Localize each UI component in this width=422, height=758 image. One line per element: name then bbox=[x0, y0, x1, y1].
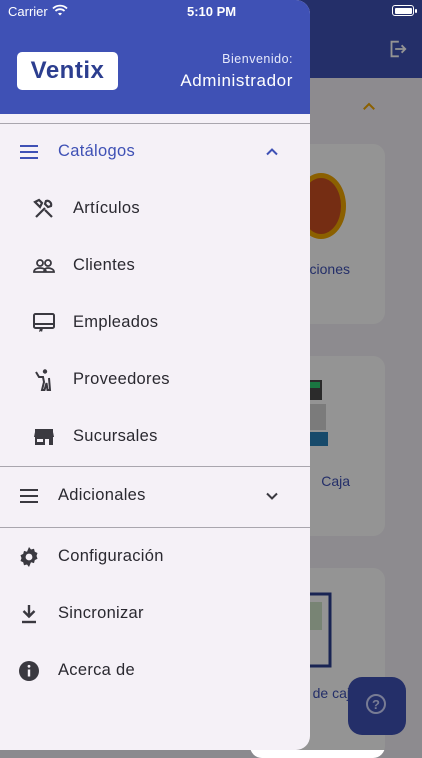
menu-item-sincronizar[interactable]: Sincronizar bbox=[0, 586, 310, 642]
battery-icon bbox=[392, 5, 417, 16]
people-icon bbox=[33, 259, 55, 273]
catalogos-group-header[interactable]: Catálogos bbox=[0, 124, 310, 180]
menu-icon bbox=[20, 489, 38, 503]
chevron-up-icon bbox=[266, 148, 278, 156]
configuracion-label: Configuración bbox=[58, 547, 164, 565]
user-name: Administrador bbox=[180, 71, 293, 90]
chevron-down-icon bbox=[266, 492, 278, 500]
menu-item-articulos[interactable]: Artículos bbox=[0, 181, 310, 237]
sucursales-label: Sucursales bbox=[73, 427, 158, 445]
divider bbox=[0, 527, 310, 528]
menu-item-sucursales[interactable]: Sucursales bbox=[0, 409, 310, 465]
logo-text: Ventix bbox=[30, 57, 105, 84]
menu-icon bbox=[20, 145, 38, 159]
divider bbox=[0, 466, 310, 467]
proveedores-label: Proveedores bbox=[73, 370, 170, 388]
clientes-label: Clientes bbox=[73, 256, 136, 274]
download-icon bbox=[22, 605, 36, 624]
info-icon bbox=[19, 661, 39, 681]
status-bar: Carrier 5:10 PM bbox=[0, 0, 422, 24]
adicionales-group-header[interactable]: Adicionales bbox=[0, 468, 310, 524]
carrier-label: Carrier bbox=[8, 4, 48, 19]
gear-icon bbox=[20, 547, 38, 567]
navigation-drawer: Ventix Bienvenido: Administrador Catálog… bbox=[0, 0, 310, 750]
menu-item-empleados[interactable]: Empleados bbox=[0, 295, 310, 351]
badge-icon bbox=[33, 313, 55, 332]
adicionales-label: Adicionales bbox=[58, 486, 146, 504]
welcome-label: Bienvenido: bbox=[222, 52, 293, 66]
menu-item-proveedores[interactable]: Proveedores bbox=[0, 352, 310, 408]
ventix-logo: Ventix bbox=[17, 52, 118, 90]
store-icon bbox=[34, 429, 54, 445]
sincronizar-label: Sincronizar bbox=[58, 604, 144, 622]
person-waving-icon bbox=[35, 369, 52, 391]
catalogos-label: Catálogos bbox=[58, 142, 135, 160]
menu-item-clientes[interactable]: Clientes bbox=[0, 238, 310, 294]
tools-icon bbox=[33, 198, 53, 218]
menu-item-acerca-de[interactable]: Acerca de bbox=[0, 643, 310, 699]
articulos-label: Artículos bbox=[73, 199, 140, 217]
empleados-label: Empleados bbox=[73, 313, 159, 331]
wifi-icon bbox=[52, 4, 68, 16]
acerca-de-label: Acerca de bbox=[58, 661, 135, 679]
menu-item-configuracion[interactable]: Configuración bbox=[0, 529, 310, 585]
status-time: 5:10 PM bbox=[187, 4, 237, 19]
